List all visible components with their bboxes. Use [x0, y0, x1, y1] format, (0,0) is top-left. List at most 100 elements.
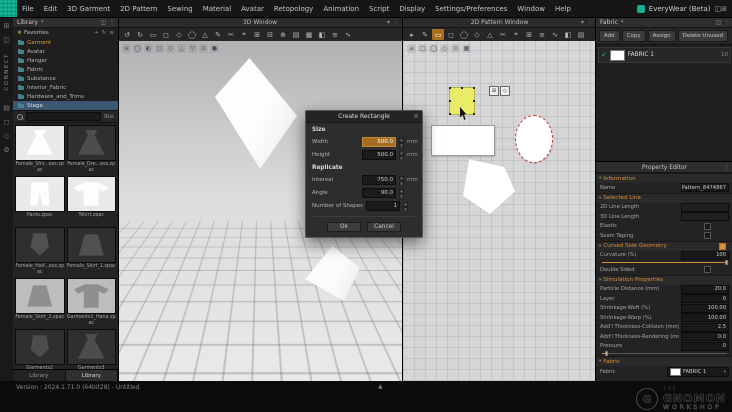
- curvature-input[interactable]: 100: [681, 250, 729, 260]
- property-editor-more-icon[interactable]: ⋮: [724, 164, 730, 171]
- name-input[interactable]: Pattern_8474867: [681, 183, 729, 193]
- triangle-tool-icon[interactable]: △: [199, 29, 211, 40]
- target-tool-icon[interactable]: ⌖: [238, 29, 250, 40]
- scissors-tool-icon[interactable]: ✂: [497, 29, 509, 40]
- scale-gizmo-icon[interactable]: ⊞: [489, 86, 499, 96]
- selection-handle[interactable]: [473, 87, 475, 89]
- menu-item-help[interactable]: Help: [550, 5, 576, 13]
- property-editor-header[interactable]: Property Editor ⋮: [596, 162, 732, 173]
- section-fabric[interactable]: ▾ Fabric: [596, 356, 732, 366]
- wave-icon[interactable]: ∿: [549, 29, 561, 40]
- stepper-down-icon[interactable]: ▾: [402, 207, 408, 213]
- library-item[interactable]: Garments1_Hana.zpac: [66, 278, 116, 327]
- slider-handle[interactable]: [725, 260, 728, 265]
- rows-view-icon[interactable]: ▤: [575, 29, 587, 40]
- number-of-shapes-input[interactable]: 1: [365, 200, 400, 211]
- menu-item-settings-preferences[interactable]: Settings/Preferences: [430, 5, 512, 13]
- sort-icon[interactable]: ≡: [109, 113, 114, 120]
- folder-item-garment[interactable]: Garment: [13, 38, 118, 47]
- more-icon[interactable]: ⋮: [109, 19, 115, 26]
- add-view-icon[interactable]: ⊕: [277, 29, 289, 40]
- avatar-half-icon[interactable]: ◐: [144, 44, 153, 53]
- checkbox-elastic[interactable]: [704, 222, 711, 230]
- menu-item-file[interactable]: File: [17, 5, 39, 13]
- add-l-thickness-rendering-mm-input[interactable]: 0.0: [681, 332, 729, 342]
- panel-menu-icon[interactable]: ▾: [581, 19, 584, 26]
- library-item[interactable]: Female_Half...ess.zpac: [15, 227, 65, 276]
- circle-tool-icon[interactable]: ◯: [186, 29, 198, 40]
- menu-item-material[interactable]: Material: [198, 5, 236, 13]
- menu-item-avatar[interactable]: Avatar: [236, 5, 269, 13]
- library-item[interactable]: Tshirt.zpac: [66, 176, 116, 225]
- folder-item-fabric[interactable]: Fabric: [13, 65, 118, 74]
- circle-show-icon[interactable]: ◯: [429, 44, 438, 53]
- delete-unused-button[interactable]: Delete Unused: [677, 30, 729, 42]
- add-button[interactable]: Add: [599, 30, 620, 42]
- selection-handle[interactable]: [449, 87, 451, 89]
- target-tool-icon[interactable]: ⌖: [510, 29, 522, 40]
- library-item[interactable]: Garments3: [66, 329, 116, 369]
- stepper-down-icon[interactable]: ▾: [399, 156, 404, 162]
- collapse-view-icon[interactable]: ⊟: [264, 29, 276, 40]
- interval-input[interactable]: 750.0: [362, 174, 396, 185]
- pattern-ellipse-dashed[interactable]: [515, 115, 553, 163]
- selection-handle[interactable]: [473, 100, 475, 102]
- interval-stepper[interactable]: ▴ ▾: [399, 175, 404, 187]
- copy-button[interactable]: Copy: [621, 30, 646, 42]
- library-tab[interactable]: Library: [13, 370, 66, 381]
- menu-item-script[interactable]: Script: [364, 5, 394, 13]
- menu-item-window[interactable]: Window: [512, 5, 550, 13]
- library-tab[interactable]: Library: [65, 370, 118, 381]
- focus-icon[interactable]: ⊙: [451, 44, 460, 53]
- angle-stepper[interactable]: ▴ ▾: [399, 188, 404, 200]
- add-favorite-icon[interactable]: +: [94, 30, 99, 36]
- more-icon[interactable]: ⋮: [724, 19, 730, 26]
- menu-item-retopology[interactable]: Retopology: [269, 5, 318, 13]
- garment-show-icon[interactable]: ◻: [155, 44, 164, 53]
- height-stepper[interactable]: ▴ ▾: [399, 150, 404, 162]
- curvature-slider[interactable]: [602, 260, 728, 265]
- folder-item-avatar[interactable]: Avatar: [13, 47, 118, 56]
- pressure-input[interactable]: 0: [681, 341, 729, 351]
- apps-icon[interactable]: ⊞: [4, 21, 10, 31]
- library-item[interactable]: Female_Skirt_1.zpac: [66, 227, 116, 276]
- cancel-button[interactable]: Cancel: [367, 222, 401, 232]
- pattern-piece-3d-large[interactable]: [215, 58, 297, 169]
- pattern-rectangle[interactable]: [431, 125, 495, 156]
- folder-item-interior-fabric[interactable]: Interior_Fabric: [13, 83, 118, 92]
- panels-icon[interactable]: ◫: [3, 35, 10, 45]
- ok-button[interactable]: Ok: [327, 222, 361, 232]
- library-item[interactable]: Female_Shir...ess.zpac: [15, 125, 65, 174]
- pattern-show-icon[interactable]: ◇: [166, 44, 175, 53]
- menu-item-display[interactable]: Display: [394, 5, 430, 13]
- library-item[interactable]: Female_Skirt_2.zpac: [15, 278, 65, 327]
- layers-icon[interactable]: ≡: [329, 29, 341, 40]
- assign-button[interactable]: Assign: [647, 30, 676, 42]
- diamond-show-icon[interactable]: ◇: [440, 44, 449, 53]
- app-logo-icon[interactable]: [0, 0, 17, 17]
- half-shade-icon[interactable]: ◧: [562, 29, 574, 40]
- folder-item-hanger[interactable]: Hanger: [13, 56, 118, 65]
- menu-item-3d-garment[interactable]: 3D Garment: [62, 5, 115, 13]
- stepper-down-icon[interactable]: ▾: [399, 194, 404, 200]
- window-expand-icon[interactable]: ⊞: [721, 5, 727, 13]
- folder-item-stage[interactable]: Stage: [13, 101, 118, 110]
- render-dot-icon[interactable]: ●: [210, 44, 219, 53]
- grid-view-icon[interactable]: ⊞: [251, 29, 263, 40]
- library-item[interactable]: Female_Dre...ess.zpac: [66, 125, 116, 174]
- pin-down-icon[interactable]: ▽: [188, 44, 197, 53]
- settings-icon[interactable]: ⚙: [3, 145, 9, 155]
- checkbox-curved-side-geometry[interactable]: [719, 242, 726, 250]
- pressure-slider[interactable]: [602, 351, 727, 356]
- menu-icon[interactable]: ≡: [407, 44, 416, 53]
- fabric-swatch[interactable]: [609, 49, 625, 61]
- width-stepper[interactable]: ▴ ▾: [399, 137, 404, 149]
- pin-up-icon[interactable]: △: [177, 44, 186, 53]
- menu-item-animation[interactable]: Animation: [318, 5, 364, 13]
- selection-handle[interactable]: [449, 113, 451, 115]
- focus-icon[interactable]: ⊙: [199, 44, 208, 53]
- section-curved-side-geometry[interactable]: ▾ Curved Side Geometry: [596, 240, 732, 251]
- library-header[interactable]: Library ▾ ◫ ⋮: [13, 17, 118, 28]
- checkbox-double-sided[interactable]: [704, 266, 711, 274]
- close-icon[interactable]: ×: [413, 112, 419, 120]
